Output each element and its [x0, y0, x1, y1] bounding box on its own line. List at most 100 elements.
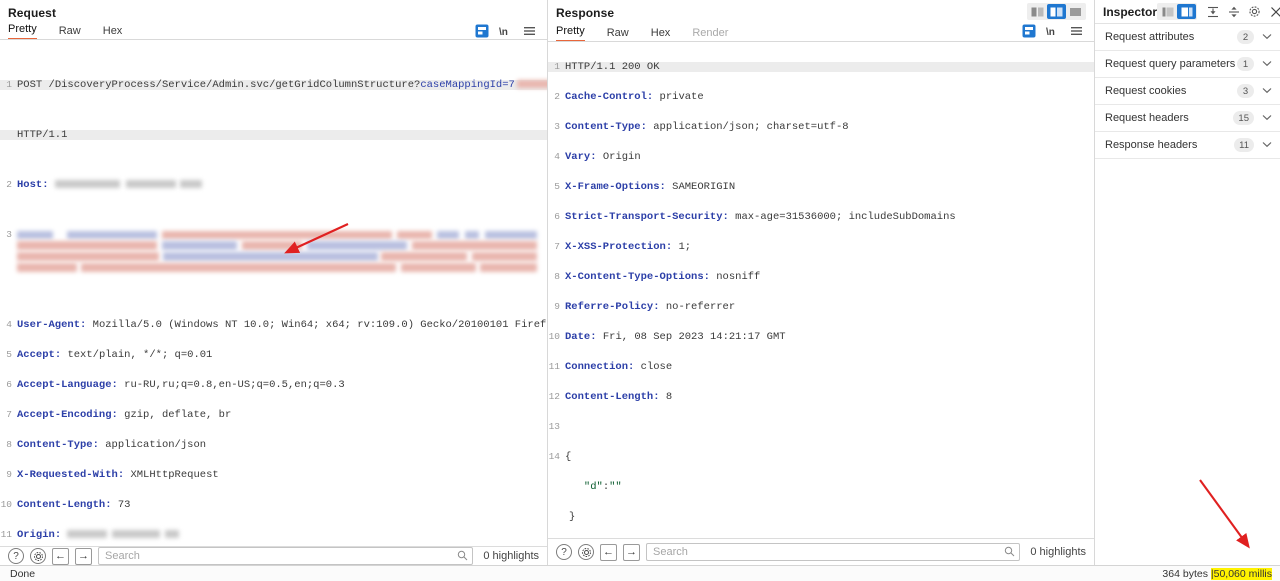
gear-icon[interactable] — [578, 544, 594, 561]
json-open-brace: { — [565, 450, 572, 463]
split-view-icon[interactable] — [1021, 23, 1036, 38]
header-line: Content-Length: 73 — [17, 499, 131, 511]
code-line: 10 Date: Fri, 08 Sep 2023 14:21:17 GMT — [548, 331, 1094, 342]
request-path: /DiscoveryProcess/Service/Admin.svc/getG… — [48, 79, 414, 91]
header-key: X-XSS-Protection — [565, 240, 666, 253]
code-line: 1 POST /DiscoveryProcess/Service/Admin.s… — [0, 80, 547, 90]
header-line: Strict-Transport-Security: max-age=31536… — [565, 210, 956, 223]
header-key: Referre-Policy — [565, 300, 654, 313]
inspector-row-request-attributes[interactable]: Request attributes 2 — [1095, 24, 1280, 51]
header-value: ru-RU,ru;q=0.8,en-US;q=0.5,en;q=0.3 — [124, 379, 345, 391]
inspector-row-request-headers[interactable]: Request headers 15 — [1095, 105, 1280, 132]
header-value: Mozilla/5.0 (Windows NT 10.0; Win64; x64… — [92, 319, 547, 331]
request-highlights-count: 0 highlights — [483, 550, 539, 562]
tab-response-render[interactable]: Render — [692, 27, 728, 42]
tab-request-raw[interactable]: Raw — [59, 25, 81, 40]
help-icon[interactable]: ? — [8, 548, 24, 564]
request-search-input[interactable] — [98, 547, 474, 565]
status-line: HTTP/1.1 200 OK — [565, 60, 660, 73]
tab-request-pretty[interactable]: Pretty — [8, 23, 37, 40]
host-header: Host: — [17, 180, 547, 190]
svg-text:\n: \n — [499, 27, 508, 37]
inspector-row-response-headers[interactable]: Response headers 11 — [1095, 132, 1280, 159]
inspector-row-request-query-parameters[interactable]: Request query parameters 1 — [1095, 51, 1280, 78]
chevron-down-icon[interactable] — [1262, 140, 1272, 150]
inspector-title: Inspector — [1103, 4, 1158, 19]
redacted-origin-3 — [165, 530, 180, 539]
query-param-value: 7 — [508, 79, 515, 91]
response-code-view[interactable]: 1 HTTP/1.1 200 OK 2 Cache-Control: priva… — [548, 41, 1094, 539]
status-bar: Done 364 bytes |50,060 millis — [0, 565, 1280, 581]
code-line: 5 X-Frame-Options: SAMEORIGIN — [548, 180, 1094, 193]
close-icon[interactable] — [1268, 4, 1280, 19]
header-line: Content-Length: 8 — [565, 390, 673, 403]
line-number: 6 — [6, 379, 12, 390]
chevron-down-icon[interactable] — [1262, 59, 1272, 69]
header-value: 1; — [678, 240, 692, 253]
header-key: X-Frame-Options — [565, 180, 660, 193]
back-arrow-icon[interactable]: ← — [600, 543, 617, 561]
inspector-row-request-cookies[interactable]: Request cookies 3 — [1095, 78, 1280, 105]
code-line: 11 Connection: close — [548, 360, 1094, 372]
line-number: 11 — [548, 360, 560, 372]
chevron-down-icon[interactable] — [1262, 32, 1272, 42]
chevron-down-icon[interactable] — [1262, 86, 1272, 96]
request-code-view[interactable]: 1 POST /DiscoveryProcess/Service/Admin.s… — [0, 40, 547, 546]
gear-icon[interactable] — [30, 548, 46, 564]
header-value: SAMEORIGIN — [672, 180, 736, 193]
line-number: 3 — [554, 120, 560, 132]
back-arrow-icon[interactable]: ← — [52, 547, 69, 565]
split-view-icon[interactable] — [474, 23, 489, 38]
json-pair: "d":"" — [583, 480, 622, 493]
line-number: 1 — [6, 79, 12, 90]
header-line: Vary: Origin — [565, 150, 641, 163]
panel-left-icon[interactable] — [1158, 4, 1177, 19]
code-line: 3 Content-Type: application/json; charse… — [548, 120, 1094, 132]
tab-response-raw[interactable]: Raw — [607, 27, 629, 42]
tab-response-hex[interactable]: Hex — [651, 27, 671, 42]
inspector-row-label: Request cookies — [1105, 85, 1187, 97]
header-value: Origin — [602, 150, 641, 163]
gear-icon[interactable] — [1247, 4, 1262, 19]
newline-wrap-icon[interactable]: \n — [1045, 23, 1060, 38]
line-number: 14 — [548, 450, 560, 462]
panel-right-icon[interactable] — [1177, 4, 1197, 19]
expand-icon[interactable] — [1226, 4, 1241, 19]
request-panel-title: Request — [8, 6, 57, 20]
layout-columns-button[interactable] — [1028, 4, 1047, 19]
newline-wrap-icon[interactable]: \n — [498, 23, 513, 38]
layout-rows-button[interactable] — [1047, 4, 1066, 19]
hamburger-menu-icon[interactable] — [1069, 23, 1084, 38]
request-code: 1 POST /DiscoveryProcess/Service/Admin.s… — [0, 40, 547, 546]
inspector-row-label: Request attributes — [1105, 31, 1195, 43]
code-line: 9 Referre-Policy: no-referrer — [548, 300, 1094, 313]
response-code: 1 HTTP/1.1 200 OK 2 Cache-Control: priva… — [548, 42, 1094, 538]
hamburger-menu-icon[interactable] — [522, 23, 537, 38]
forward-arrow-icon[interactable]: → — [623, 543, 640, 561]
forward-arrow-icon[interactable]: → — [75, 547, 92, 565]
svg-text:\n: \n — [1046, 27, 1055, 37]
line-number: 1 — [554, 60, 560, 72]
help-icon[interactable]: ? — [556, 544, 572, 561]
line-number: 11 — [0, 529, 12, 540]
line-number: 5 — [6, 349, 12, 360]
search-icon[interactable] — [457, 550, 468, 564]
tab-response-pretty[interactable]: Pretty — [556, 25, 585, 42]
redacted-origin — [67, 530, 108, 539]
collapse-icon[interactable] — [1205, 4, 1220, 19]
inspector-panel: Inspector Request attributes 2 Request q… — [1095, 0, 1280, 565]
response-search-input[interactable] — [646, 543, 1021, 562]
code-line: 2 Host: — [0, 180, 547, 190]
json-close-brace: } — [569, 510, 576, 523]
json-key: "d" — [583, 480, 603, 493]
search-icon[interactable] — [1004, 546, 1015, 560]
response-search-wrap — [646, 543, 1021, 562]
status-text: Done — [10, 567, 36, 580]
line-number: 10 — [0, 499, 12, 510]
tab-request-hex[interactable]: Hex — [103, 25, 123, 40]
line-number: 9 — [554, 300, 560, 312]
line-number: 3 — [6, 229, 12, 240]
layout-single-button[interactable] — [1066, 4, 1085, 19]
chevron-down-icon[interactable] — [1262, 113, 1272, 123]
